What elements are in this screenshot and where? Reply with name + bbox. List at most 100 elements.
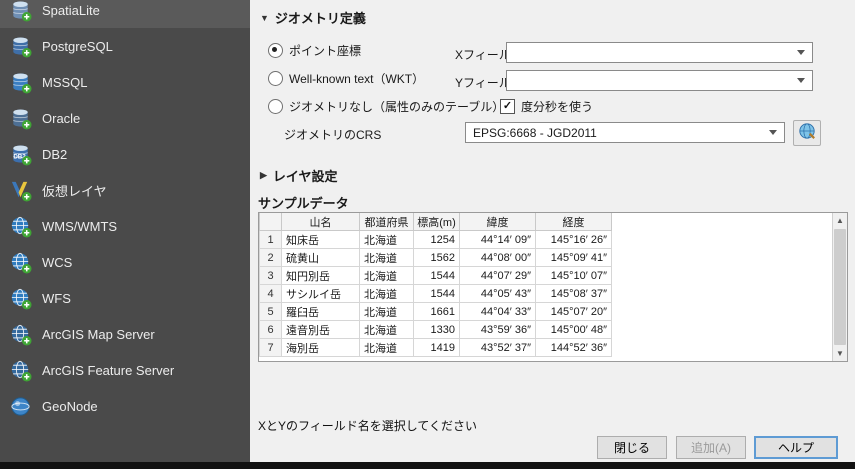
- table-cell: 145°09′ 41″: [535, 248, 612, 267]
- wkt-label: Well-known text（WKT）: [289, 72, 425, 86]
- sidebar-item-label: GeoNode: [42, 398, 98, 414]
- table-cell: 海別岳: [281, 338, 360, 357]
- table-cell: 145°16′ 26″: [535, 230, 612, 249]
- expand-arrow-icon: [260, 170, 267, 181]
- table-cell: 北海道: [359, 284, 414, 303]
- sidebar-item-label: DB2: [42, 146, 68, 162]
- scrollbar-thumb[interactable]: [834, 229, 846, 345]
- column-header: 山名: [281, 213, 360, 231]
- x-field-combobox[interactable]: [506, 42, 813, 63]
- sidebar-item-label: WCS: [42, 254, 73, 270]
- geonode-icon: [8, 394, 32, 418]
- table-row[interactable]: 5 羅臼岳 北海道 1661 44°04′ 33″ 145°07′ 20″: [259, 302, 612, 321]
- sidebar-item-mssql[interactable]: MSSQL: [0, 64, 250, 100]
- sidebar-item-arcgis-feature-server[interactable]: ArcGIS Feature Server: [0, 352, 250, 388]
- table-cell: 羅臼岳: [281, 302, 360, 321]
- table-cell: 知円別岳: [281, 266, 360, 285]
- sidebar-item-label: Oracle: [42, 110, 81, 126]
- table-cell: 1661: [413, 302, 460, 321]
- table-row[interactable]: 4 サシルイ岳 北海道 1544 44°05′ 43″ 145°08′ 37″: [259, 284, 612, 303]
- help-button[interactable]: ヘルプ: [754, 436, 838, 459]
- table-cell: 44°14′ 09″: [459, 230, 536, 249]
- layer-settings-header[interactable]: レイヤ設定: [260, 166, 338, 185]
- wkt-radio[interactable]: Well-known text（WKT）: [268, 70, 424, 87]
- row-number-cell: 7: [259, 338, 282, 357]
- row-number-header: [259, 213, 282, 231]
- sidebar-item-arcgis-map-server[interactable]: ArcGIS Map Server: [0, 316, 250, 352]
- crs-picker-button[interactable]: [793, 120, 821, 146]
- mssql-database-icon: [8, 70, 32, 94]
- scroll-down-icon[interactable]: ▼: [833, 346, 847, 361]
- table-header-row: 山名 都道府県 標高(m) 緯度 経度: [259, 213, 612, 231]
- table-cell: 44°08′ 00″: [459, 248, 536, 267]
- row-number-cell: 6: [259, 320, 282, 339]
- row-number-cell: 5: [259, 302, 282, 321]
- table-cell: 1254: [413, 230, 460, 249]
- close-button[interactable]: 閉じる: [597, 436, 667, 459]
- point-coordinates-radio[interactable]: ポイント座標: [268, 42, 361, 59]
- arcgis-map-server-icon: [8, 322, 32, 346]
- sidebar-item-wcs[interactable]: WCS: [0, 244, 250, 280]
- sidebar-item-db2[interactable]: DB2 DB2: [0, 136, 250, 172]
- sidebar-item-geonode[interactable]: GeoNode: [0, 388, 250, 424]
- table-cell: 145°08′ 37″: [535, 284, 612, 303]
- y-field-combobox[interactable]: [506, 70, 813, 91]
- table-cell: 144°52′ 36″: [535, 338, 612, 357]
- no-geometry-radio[interactable]: ジオメトリなし（属性のみのテーブル）: [268, 98, 504, 115]
- table-row[interactable]: 1 知床岳 北海道 1254 44°14′ 09″ 145°16′ 26″: [259, 230, 612, 249]
- crs-value: EPSG:6668 - JGD2011: [473, 125, 597, 140]
- sidebar-item-oracle[interactable]: Oracle: [0, 100, 250, 136]
- table-cell: 44°05′ 43″: [459, 284, 536, 303]
- geometry-definition-title: ジオメトリ定義: [274, 11, 366, 26]
- crs-combobox[interactable]: EPSG:6668 - JGD2011: [465, 122, 785, 143]
- sample-data-table-panel: 山名 都道府県 標高(m) 緯度 経度 1 知床岳 北海道 1254 44°14′ 09″ 145…: [258, 212, 848, 362]
- scroll-up-icon[interactable]: ▲: [833, 213, 847, 228]
- sidebar-list: SpatiaLite PostgreSQL MSSQL Oracle DB2 D…: [0, 0, 250, 424]
- add-button[interactable]: 追加(A): [676, 436, 746, 459]
- sidebar-item-label: ArcGIS Map Server: [42, 326, 155, 342]
- no-geometry-label: ジオメトリなし（属性のみのテーブル）: [289, 100, 505, 114]
- table-cell: 1544: [413, 266, 460, 285]
- chevron-down-icon: [797, 50, 805, 55]
- table-row[interactable]: 2 硫黄山 北海道 1562 44°08′ 00″ 145°09′ 41″: [259, 248, 612, 267]
- sidebar-item-label: MSSQL: [42, 74, 88, 90]
- checkbox-check-icon: ✓: [500, 99, 515, 114]
- sidebar-item-label: SpatiaLite: [42, 2, 100, 18]
- sidebar-item-wms-wmts[interactable]: WMS/WMTS: [0, 208, 250, 244]
- sidebar-item-label: 仮想レイヤ: [42, 183, 107, 199]
- row-number-cell: 3: [259, 266, 282, 285]
- sidebar-item-仮想レイヤ[interactable]: 仮想レイヤ: [0, 172, 250, 208]
- wfs-globe-icon: [8, 286, 32, 310]
- virtual-layer-icon: [8, 178, 32, 202]
- delimited-text-panel: ジオメトリ定義 ポイント座標 Well-known text（WKT） ジオメト…: [250, 0, 855, 462]
- sidebar-item-spatialite[interactable]: SpatiaLite: [0, 0, 250, 28]
- table-body: 1 知床岳 北海道 1254 44°14′ 09″ 145°16′ 26″ 2 硫黄山 北海道 1…: [259, 230, 612, 357]
- table-cell: 1330: [413, 320, 460, 339]
- dms-checkbox[interactable]: ✓ 度分秒を使う: [500, 98, 593, 115]
- geometry-definition-header[interactable]: ジオメトリ定義: [260, 8, 366, 27]
- crs-globe-icon: [798, 122, 816, 145]
- table-cell: 145°07′ 20″: [535, 302, 612, 321]
- table-cell: 北海道: [359, 320, 414, 339]
- table-cell: 北海道: [359, 266, 414, 285]
- column-header: 都道府県: [359, 213, 414, 231]
- sidebar-item-postgresql[interactable]: PostgreSQL: [0, 28, 250, 64]
- radio-icon: [268, 71, 283, 86]
- sidebar-item-label: WFS: [42, 290, 71, 306]
- source-type-sidebar: SpatiaLite PostgreSQL MSSQL Oracle DB2 D…: [0, 0, 250, 462]
- table-cell: 44°04′ 33″: [459, 302, 536, 321]
- row-number-cell: 4: [259, 284, 282, 303]
- collapse-arrow-icon: [260, 13, 269, 23]
- radio-icon: [268, 43, 283, 58]
- layer-settings-title: レイヤ設定: [272, 169, 338, 184]
- row-number-cell: 2: [259, 248, 282, 267]
- table-scrollbar[interactable]: ▲ ▼: [832, 213, 847, 361]
- crs-label: ジオメトリのCRS: [284, 128, 382, 142]
- table-row[interactable]: 3 知円別岳 北海道 1544 44°07′ 29″ 145°10′ 07″: [259, 266, 612, 285]
- status-message: XとYのフィールド名を選択してください: [258, 419, 478, 433]
- table-row[interactable]: 6 遠音別岳 北海道 1330 43°59′ 36″ 145°00′ 48″: [259, 320, 612, 339]
- wcs-globe-icon: [8, 250, 32, 274]
- data-source-manager-dialog: SpatiaLite PostgreSQL MSSQL Oracle DB2 D…: [0, 0, 855, 469]
- table-row[interactable]: 7 海別岳 北海道 1419 43°52′ 37″ 144°52′ 36″: [259, 338, 612, 357]
- sidebar-item-wfs[interactable]: WFS: [0, 280, 250, 316]
